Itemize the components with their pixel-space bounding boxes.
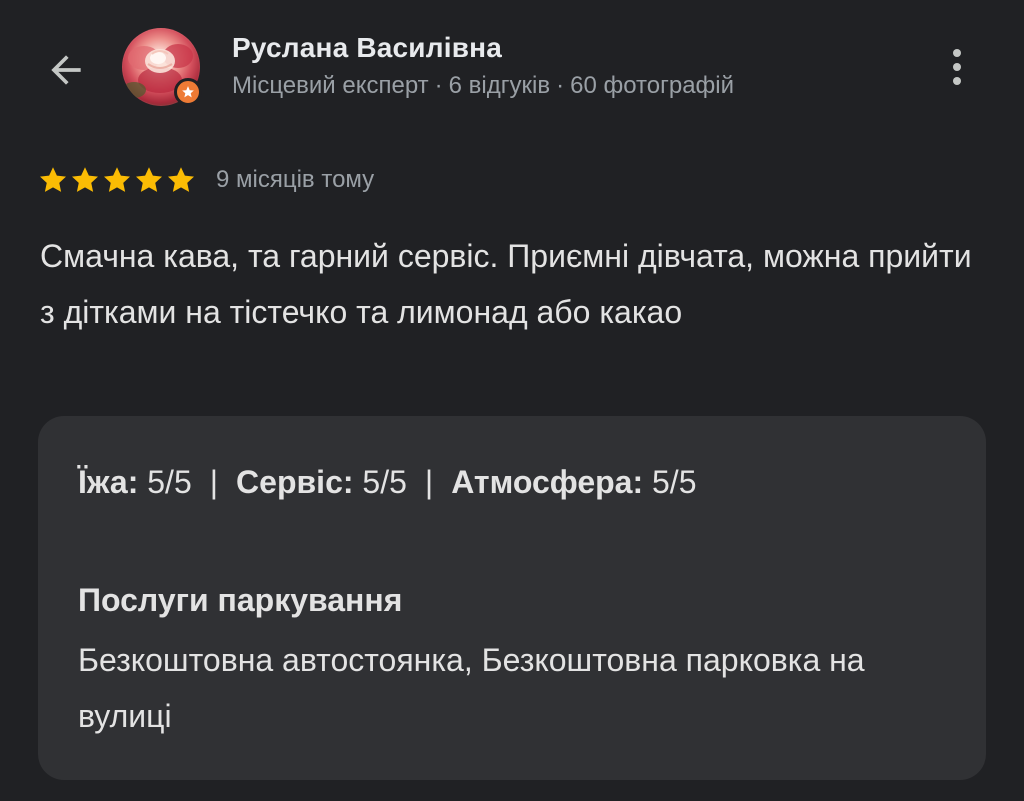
user-avatar[interactable]: [122, 28, 202, 108]
meta-separator: ·: [434, 72, 443, 99]
local-guide-star-icon: [182, 86, 194, 98]
rating-row: 9 місяців тому: [38, 162, 374, 198]
review-text: Смачна кава, та гарний сервіс. Приємні д…: [40, 238, 972, 330]
service-score: Сервіс: 5/5: [236, 464, 407, 500]
parking-value: Безкоштовна автостоянка, Безкоштовна пар…: [78, 642, 865, 734]
star-filled-icon: [104, 167, 130, 192]
more-vert-icon: [953, 49, 961, 57]
score-line: Їжа: 5/5 | Сервіс: 5/5 | Атмосфера: 5/5: [78, 464, 696, 501]
parking-title: Послуги паркування: [78, 582, 403, 618]
star-filled-icon: [40, 167, 66, 192]
star-filled-icon: [136, 167, 162, 192]
atmosphere-score-label: Атмосфера:: [451, 464, 644, 500]
arrow-back-icon: [51, 55, 81, 85]
star-rating: [38, 165, 196, 195]
service-score-label: Сервіс:: [236, 464, 354, 500]
user-meta: Місцевий експерт · 6 відгуків · 60 фотографі…: [232, 72, 734, 100]
review-date: 9 місяців тому: [216, 166, 375, 193]
meta-separator: ·: [556, 72, 565, 99]
star-filled-icon: [72, 167, 98, 192]
user-role: Місцевий експерт: [232, 72, 429, 99]
user-photo-count: 60 фотографій: [570, 72, 735, 99]
review-attributes-card: Їжа: 5/5 | Сервіс: 5/5 | Атмосфера: 5/5 Посл…: [38, 416, 986, 780]
local-guide-badge: [174, 78, 202, 106]
food-score-value: 5/5: [147, 464, 192, 500]
service-score-value: 5/5: [362, 464, 407, 500]
user-review-count: 6 відгуків: [448, 72, 551, 99]
user-name[interactable]: Руслана Василівна: [232, 32, 502, 64]
atmosphere-score: Атмосфера: 5/5: [451, 464, 696, 500]
more-options-button[interactable]: [936, 44, 978, 90]
back-button[interactable]: [40, 44, 92, 96]
score-divider: |: [209, 464, 219, 500]
score-divider: |: [424, 464, 434, 500]
food-score: Їжа: 5/5: [78, 464, 192, 500]
atmosphere-score-value: 5/5: [652, 464, 697, 500]
star-filled-icon: [168, 167, 194, 192]
food-score-label: Їжа:: [78, 464, 139, 500]
